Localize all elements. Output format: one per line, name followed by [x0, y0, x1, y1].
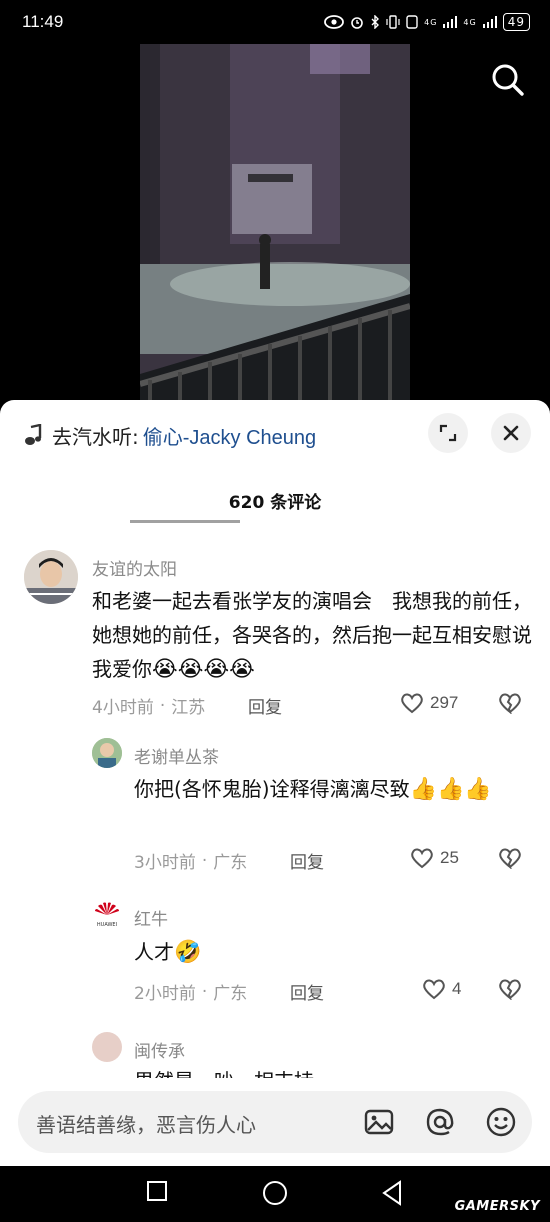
dislike-button[interactable] — [498, 692, 522, 718]
smiley-icon — [486, 1107, 516, 1137]
signal-2-label: 4G — [463, 17, 477, 27]
comments-count-title: 620 条评论 — [228, 493, 322, 513]
reply-meta: 2小时前 · 广东 — [134, 979, 248, 1005]
home-button[interactable] — [262, 1180, 288, 1210]
search-icon — [492, 64, 524, 96]
triangle-back-icon — [382, 1180, 401, 1206]
heart-icon — [411, 848, 433, 869]
comment-time: 4小时前 — [92, 698, 154, 718]
comment-location: 江苏 — [171, 698, 206, 718]
image-icon — [364, 1109, 394, 1135]
reply-meta: 3小时前 · 广东 — [134, 848, 248, 874]
expand-button[interactable] — [428, 413, 468, 453]
svg-text:HUAWEI: HUAWEI — [97, 922, 117, 928]
battery-indicator: 49 — [502, 13, 530, 31]
avatar[interactable]: HUAWEI — [92, 900, 122, 930]
status-icons: 4G 4G 49 — [324, 13, 530, 31]
dislike-button[interactable] — [498, 978, 522, 1004]
reply-button[interactable]: 回复 — [290, 979, 324, 1004]
crying-emoji: 😭 — [152, 657, 178, 682]
expand-icon — [439, 424, 457, 442]
like-count: 25 — [440, 848, 459, 867]
watermark: GAMERSKY — [454, 1199, 540, 1214]
avatar[interactable] — [92, 738, 122, 768]
like-button[interactable]: 297 — [400, 692, 458, 714]
search-button[interactable] — [488, 60, 528, 100]
close-button[interactable] — [491, 413, 531, 453]
square-icon — [147, 1181, 167, 1201]
reply-location: 广东 — [213, 984, 248, 1004]
emoji-button[interactable] — [484, 1105, 518, 1139]
reply-location: 广东 — [213, 853, 248, 873]
alarm-icon — [351, 17, 363, 29]
comment-input-bar: 善语结善缘，恶言伤人心 — [0, 1078, 550, 1166]
comment-input-placeholder: 善语结善缘，恶言伤人心 — [36, 1113, 256, 1137]
reply-text: 男然是一吵一相支持 — [134, 1064, 514, 1078]
signal-2-icon — [482, 16, 497, 28]
dislike-button[interactable] — [498, 847, 522, 873]
broken-heart-icon — [499, 693, 521, 715]
like-count: 297 — [430, 693, 459, 712]
reply-text: 人才🤣 — [134, 935, 514, 970]
status-time: 11:49 — [22, 12, 64, 31]
music-prefix: 去汽水听: — [52, 424, 139, 449]
recents-button[interactable] — [146, 1180, 168, 1206]
eye-icon — [324, 15, 345, 29]
video-player[interactable] — [0, 44, 550, 406]
reply-button[interactable]: 回复 — [248, 693, 282, 718]
reply-username[interactable]: 闽传承 — [134, 1037, 185, 1062]
reply-username[interactable]: 红牛 — [134, 905, 168, 930]
comment-input[interactable]: 善语结善缘，恶言伤人心 — [18, 1091, 532, 1153]
concert-stage-image — [140, 44, 410, 406]
status-bar: 11:49 4G 4G 49 — [0, 0, 550, 44]
signal-1-label: 4G — [424, 17, 438, 27]
comments-sheet: 去汽水听: 偷心-Jacky Cheung 620 条评论 友谊的太阳 和老婆一… — [0, 400, 550, 1166]
thumbs-up-emoji: 👍 — [437, 777, 465, 802]
signal-1-icon — [443, 16, 458, 28]
reply-time: 3小时前 — [134, 853, 196, 873]
scrolled-text-fragment — [130, 513, 250, 523]
crying-emoji: 😭 — [229, 657, 255, 682]
reply-body: 人才 — [134, 940, 174, 964]
thumbs-up-emoji: 👍 — [464, 777, 492, 802]
comment-username[interactable]: 友谊的太阳 — [92, 555, 177, 580]
comment-meta: 4小时前 · 江苏 — [92, 693, 206, 719]
heart-icon — [401, 693, 423, 714]
reply-text: 你把(各怀鬼胎)诠释得漓漓尽致👍👍👍 — [134, 772, 524, 807]
avatar[interactable] — [24, 550, 78, 604]
rofl-emoji: 🤣 — [174, 940, 202, 965]
nfc-icon — [406, 15, 418, 29]
reply-time: 2小时前 — [134, 984, 196, 1004]
mention-button[interactable] — [423, 1105, 457, 1139]
close-icon — [503, 425, 519, 441]
crying-emoji: 😭 — [203, 657, 230, 682]
back-button[interactable] — [380, 1180, 404, 1210]
bluetooth-icon — [371, 15, 380, 29]
thumbs-up-emoji: 👍 — [409, 777, 438, 802]
at-icon — [426, 1108, 454, 1136]
heart-icon — [423, 979, 445, 1000]
reply-button[interactable]: 回复 — [290, 848, 324, 873]
broken-heart-icon — [499, 979, 521, 1001]
like-count: 4 — [452, 979, 462, 998]
huawei-logo: HUAWEI — [95, 902, 119, 928]
reply-body: 你把(各怀鬼胎)诠释得漓漓尽致 — [134, 777, 410, 801]
music-link-row[interactable]: 去汽水听: 偷心-Jacky Cheung — [24, 420, 316, 450]
circle-icon — [263, 1181, 287, 1205]
avatar[interactable] — [92, 1032, 122, 1062]
stage-scene — [140, 44, 410, 406]
crying-emoji: 😭 — [177, 657, 204, 682]
broken-heart-icon — [499, 848, 521, 870]
like-button[interactable]: 25 — [410, 847, 459, 869]
vibrate-icon — [386, 15, 400, 29]
comment-text: 和老婆一起去看张学友的演唱会 我想我的前任，她想她的前任，各哭各的，然后抱一起互… — [92, 584, 532, 687]
like-button[interactable]: 4 — [422, 978, 461, 1000]
music-note-icon — [25, 424, 42, 445]
song-link[interactable]: 偷心-Jacky Cheung — [143, 421, 316, 450]
reply-username[interactable]: 老谢单丛茶 — [134, 743, 219, 768]
image-button[interactable] — [362, 1105, 396, 1139]
